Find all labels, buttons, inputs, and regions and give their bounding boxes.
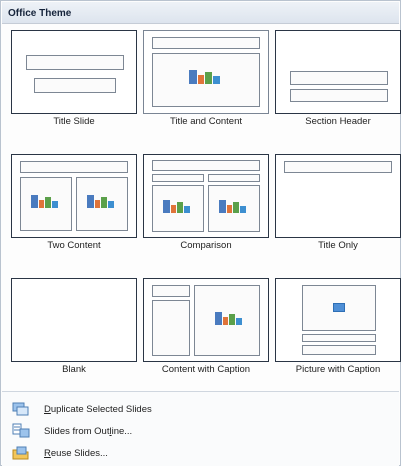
right-heading-placeholder xyxy=(208,174,260,182)
title-placeholder xyxy=(20,161,128,173)
gallery-footer: Duplicate Selected Slides Slides from Ou… xyxy=(2,391,399,466)
layout-label: Blank xyxy=(62,364,86,375)
title-placeholder xyxy=(302,334,376,342)
layout-label: Picture with Caption xyxy=(295,364,381,375)
left-heading-placeholder xyxy=(152,174,204,182)
picture-icon xyxy=(333,303,345,312)
duplicate-selected-slides-item[interactable]: Duplicate Selected Slides xyxy=(2,398,399,420)
layout-grid: Title Slide Title and Content Section He… xyxy=(1,24,401,392)
left-content-placeholder xyxy=(20,177,72,231)
layout-two-content[interactable]: Two Content xyxy=(11,149,137,251)
duplicate-selected-slides-label: Duplicate Selected Slides xyxy=(44,403,152,415)
title-placeholder xyxy=(284,161,392,173)
layout-label: Content with Caption xyxy=(161,364,251,375)
layout-label: Title and Content xyxy=(170,116,242,127)
slides-from-outline-item[interactable]: Slides from Outline... xyxy=(2,420,399,442)
gallery-header: Office Theme xyxy=(2,2,399,24)
caption-text-placeholder xyxy=(152,300,190,356)
title-placeholder xyxy=(152,160,260,171)
content-icons xyxy=(189,70,220,84)
layout-thumbnail xyxy=(143,278,269,362)
title-placeholder xyxy=(290,71,388,85)
caption-title-placeholder xyxy=(152,285,190,297)
layout-title-slide[interactable]: Title Slide xyxy=(11,25,137,127)
reuse-slides-icon xyxy=(10,442,32,464)
reuse-slides-label: Reuse Slides... xyxy=(44,447,108,459)
layout-comparison[interactable]: Comparison xyxy=(143,149,269,251)
caption-placeholder xyxy=(302,345,376,355)
layout-thumbnail xyxy=(11,154,137,238)
layout-thumbnail xyxy=(143,154,269,238)
new-slide-gallery: Office Theme Title Slide Title and Conte… xyxy=(0,0,401,466)
layout-label: Section Header xyxy=(305,116,371,127)
layout-label: Title Slide xyxy=(53,116,95,127)
layout-title-and-content[interactable]: Title and Content xyxy=(143,25,269,127)
layout-thumbnail xyxy=(275,30,401,114)
left-content-placeholder xyxy=(152,185,204,232)
gallery-title: Office Theme xyxy=(8,8,72,19)
right-content-placeholder xyxy=(208,185,260,232)
content-placeholder xyxy=(152,53,260,107)
layout-thumbnail xyxy=(11,278,137,362)
content-icons xyxy=(163,200,190,213)
right-content-placeholder xyxy=(76,177,128,231)
reuse-slides-item[interactable]: Reuse Slides... xyxy=(2,442,399,464)
layout-blank[interactable]: Blank xyxy=(11,273,137,375)
content-icons xyxy=(87,195,114,208)
layout-section-header[interactable]: Section Header xyxy=(275,25,401,127)
layout-thumbnail xyxy=(275,154,401,238)
layout-label: Comparison xyxy=(180,240,232,251)
layout-thumbnail xyxy=(143,30,269,114)
title-placeholder xyxy=(26,55,124,70)
layout-picture-with-caption[interactable]: Picture with Caption xyxy=(275,273,401,375)
title-placeholder xyxy=(152,37,260,49)
slides-from-outline-icon xyxy=(10,420,32,442)
layout-title-only[interactable]: Title Only xyxy=(275,149,401,251)
slides-from-outline-label: Slides from Outline... xyxy=(44,425,133,437)
layout-label: Two Content xyxy=(47,240,101,251)
layout-thumbnail xyxy=(275,278,401,362)
layout-content-with-caption[interactable]: Content with Caption xyxy=(143,273,269,375)
subtitle-placeholder xyxy=(34,78,116,93)
layout-thumbnail xyxy=(11,30,137,114)
content-placeholder xyxy=(194,285,260,356)
content-icons xyxy=(219,200,246,213)
duplicate-slides-icon xyxy=(10,398,32,420)
content-icons xyxy=(215,312,242,325)
text-placeholder xyxy=(290,89,388,102)
layout-label: Title Only xyxy=(318,240,358,251)
content-icons xyxy=(31,195,58,208)
picture-placeholder xyxy=(302,285,376,331)
